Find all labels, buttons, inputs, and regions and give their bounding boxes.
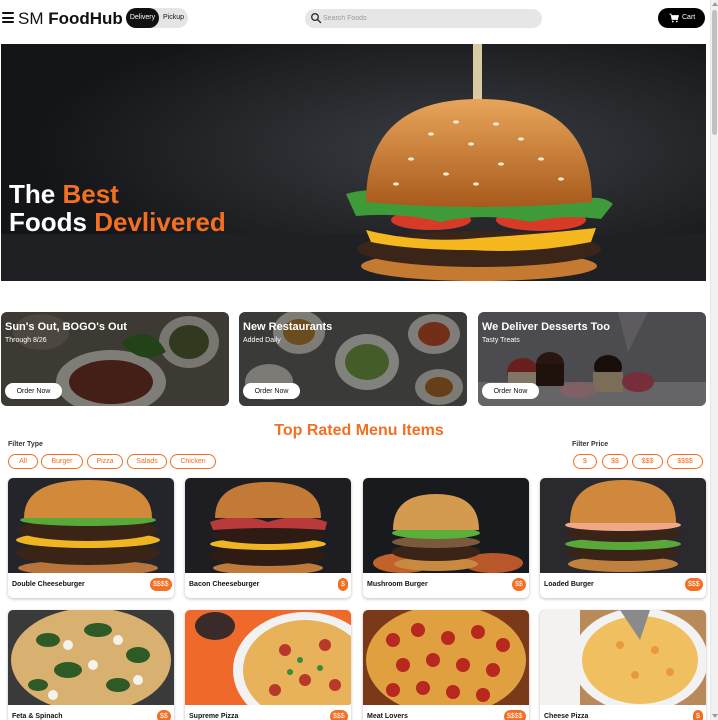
filter-chip-burger[interactable]: Burger	[41, 454, 83, 469]
menu-item-card[interactable]: Meat Lovers $$$$	[363, 610, 529, 720]
filter-type-label: Filter Type	[8, 441, 43, 448]
price-badge: $	[338, 578, 348, 591]
order-now-button[interactable]: Order Now	[5, 383, 62, 399]
filter-price-label: Filter Price	[572, 441, 609, 448]
hero-line2: Foods	[9, 207, 87, 237]
price-badge: $	[693, 710, 703, 720]
scroll-down-icon[interactable]	[712, 714, 718, 718]
item-image-loaded-burger	[540, 478, 706, 573]
search-input[interactable]	[323, 9, 533, 28]
scrollbar-thumb[interactable]	[712, 10, 717, 135]
hero-title: The Best Foods Devlivered	[9, 180, 226, 236]
cart-button[interactable]: Cart	[658, 8, 705, 28]
hero-burger-image	[1, 44, 706, 281]
hero-banner: The Best Foods Devlivered	[1, 44, 706, 281]
filter-chip-salads[interactable]: Salads	[127, 454, 167, 469]
item-image-mushroom-burger	[363, 478, 529, 573]
promo-title: New Restaurants	[243, 321, 333, 333]
menu-item-card[interactable]: Cheese Pizza $	[540, 610, 706, 720]
menu-item-card[interactable]: Supreme Pizza $$$	[185, 610, 351, 720]
filter-chip-pizza[interactable]: Pizza	[87, 454, 123, 469]
menu-item-card[interactable]: Double Cheeseburger $$$$	[8, 478, 174, 598]
filter-chip-all[interactable]: All	[8, 454, 38, 469]
cart-label: Cart	[682, 14, 696, 21]
price-badge: $$$$	[504, 710, 526, 720]
brand-name: FoodHub	[48, 9, 123, 28]
page: SM FoodHub Delivery Pickup Cart	[0, 0, 718, 720]
item-name: Supreme Pizza	[189, 713, 239, 720]
item-name: Mushroom Burger	[367, 581, 428, 588]
search-icon	[311, 13, 322, 24]
cart-icon	[669, 13, 679, 23]
menu-item-card[interactable]: Bacon Cheeseburger $	[185, 478, 351, 598]
filter-price-1[interactable]: $	[573, 454, 597, 469]
promo-title: Sun's Out, BOGO's Out	[5, 321, 127, 333]
section-title: Top Rated Menu Items	[274, 422, 444, 439]
promo-card-new-restaurants[interactable]: New Restaurants Added Daily Order Now	[239, 312, 467, 406]
order-now-button[interactable]: Order Now	[243, 383, 300, 399]
price-badge: $$$	[685, 578, 703, 591]
promo-card-desserts[interactable]: We Deliver Desserts Too Tasty Treats Ord…	[478, 312, 706, 406]
item-image-supreme-pizza	[185, 610, 351, 705]
item-image-cheese-pizza	[540, 610, 706, 705]
item-name: Feta & Spinach	[12, 713, 63, 720]
promo-card-bogo[interactable]: Sun's Out, BOGO's Out Through 8/26 Order…	[1, 312, 229, 406]
brand-prefix: SM	[18, 9, 44, 28]
promo-subtitle: Through 8/26	[5, 337, 47, 344]
item-image-bacon-cheeseburger	[185, 478, 351, 573]
item-image-meat-lovers	[363, 610, 529, 705]
delivery-pickup-toggle: Delivery Pickup	[126, 8, 188, 28]
item-name: Bacon Cheeseburger	[189, 581, 260, 588]
scroll-up-icon[interactable]	[712, 2, 718, 6]
item-name: Meat Lovers	[367, 713, 408, 720]
order-now-button[interactable]: Order Now	[482, 383, 539, 399]
search-bar	[305, 9, 542, 28]
item-name: Loaded Burger	[544, 581, 594, 588]
vertical-scrollbar[interactable]	[710, 0, 718, 720]
menu-item-card[interactable]: Loaded Burger $$$	[540, 478, 706, 598]
item-name: Cheese Pizza	[544, 713, 589, 720]
price-badge: $$	[512, 578, 526, 591]
promo-subtitle: Tasty Treats	[482, 337, 520, 344]
delivery-option[interactable]: Delivery	[126, 8, 159, 28]
item-image-double-cheeseburger	[8, 478, 174, 573]
top-nav: SM FoodHub Delivery Pickup Cart	[0, 0, 710, 38]
filter-price-2[interactable]: $$	[602, 454, 628, 469]
promo-title: We Deliver Desserts Too	[482, 321, 610, 333]
brand-logo[interactable]: SM FoodHub	[18, 8, 123, 30]
price-badge: $$$	[330, 710, 348, 720]
filter-price-4[interactable]: $$$$	[667, 454, 703, 469]
promo-subtitle: Added Daily	[243, 337, 281, 344]
hero-line2-accent: Devlivered	[94, 207, 226, 237]
item-name: Double Cheeseburger	[12, 581, 85, 588]
filter-chip-chicken[interactable]: Chicken	[170, 454, 216, 469]
menu-item-card[interactable]: Feta & Spinach $$	[8, 610, 174, 720]
hamburger-menu-icon[interactable]	[2, 12, 14, 23]
hero-line1-accent: Best	[62, 179, 119, 209]
menu-item-card[interactable]: Mushroom Burger $$	[363, 478, 529, 598]
item-image-feta-spinach	[8, 610, 174, 705]
price-badge: $$$$	[150, 578, 172, 591]
filter-price-3[interactable]: $$$	[632, 454, 663, 469]
hero-line1: The	[9, 179, 56, 209]
pickup-option[interactable]: Pickup	[159, 8, 188, 28]
price-badge: $$	[157, 710, 171, 720]
